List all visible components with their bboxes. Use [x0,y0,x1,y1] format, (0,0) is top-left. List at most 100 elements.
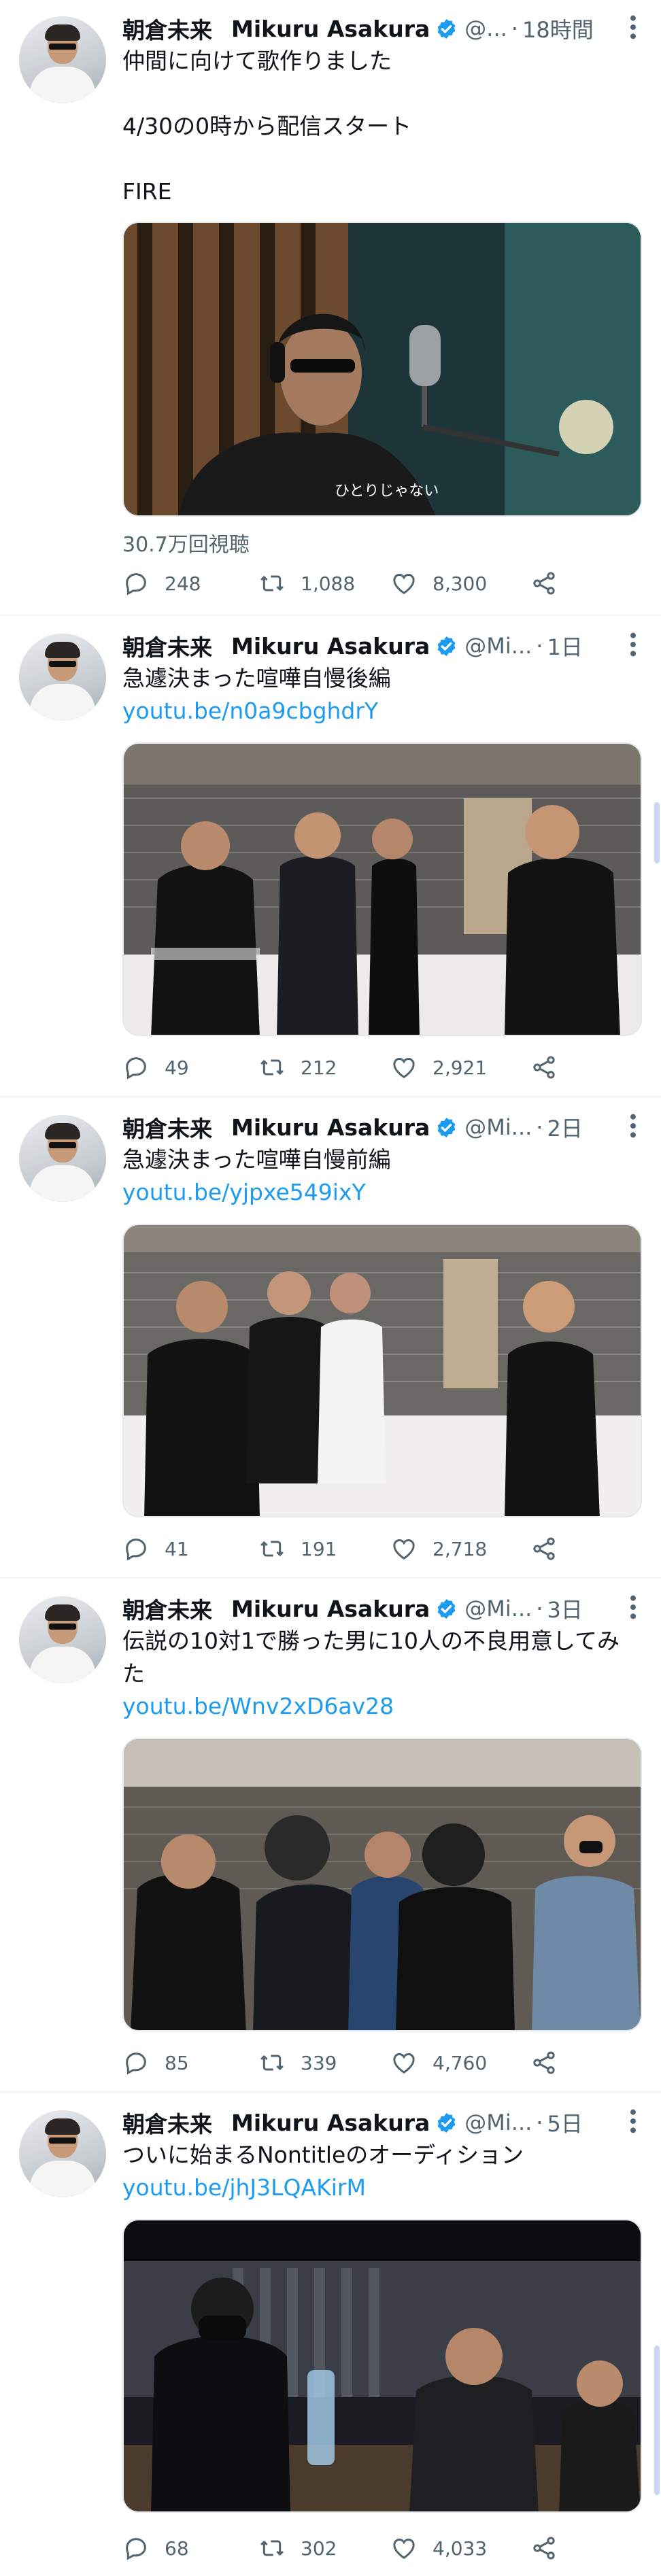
author-display-name[interactable]: Mikuru Asakura [231,16,430,42]
tweet-timestamp[interactable]: 18時間 [522,13,594,44]
avatar[interactable] [19,634,106,721]
youtube-link[interactable]: youtu.be/Wnv2xD6av28 [122,1690,394,1723]
reply-button[interactable]: 41 [122,1534,189,1564]
youtube-link[interactable]: youtu.be/jhJ3LQAKirM [122,2171,366,2204]
share-icon [533,1537,555,1560]
reply-button[interactable]: 49 [122,1052,189,1082]
author-display-name[interactable]: Mikuru Asakura [231,1114,430,1141]
share-button[interactable] [530,1534,573,1564]
author-name[interactable]: 朝倉未来 [122,12,212,45]
avatar[interactable] [19,16,106,103]
retweet-count: 191 [301,1537,337,1560]
link-card-image[interactable] [122,1224,642,1517]
retweet-count: 1,088 [301,572,356,595]
verified-badge-icon [437,18,456,39]
author-display-name[interactable]: Mikuru Asakura [231,2110,430,2136]
like-button[interactable]: 2,921 [390,1052,487,1082]
author-handle[interactable]: @Mi... [464,1114,532,1140]
link-card-image[interactable] [122,742,642,1036]
tweet-divider [0,1577,661,1579]
retweet-button[interactable]: 302 [258,2533,337,2563]
tweet-timestamp[interactable]: 5日 [547,2107,582,2138]
author-name[interactable]: 朝倉未来 [122,630,212,662]
share-button[interactable] [530,2533,573,2563]
tweet[interactable]: 朝倉未来 Mikuru Asakura @Mi... · 3日 伝説の10対1で… [0,1580,661,2094]
avatar[interactable] [19,1115,106,1202]
retweet-button[interactable]: 191 [258,1534,337,1564]
avatar[interactable] [19,1596,106,1683]
reply-count: 49 [165,1056,189,1079]
reply-count: 85 [165,2051,189,2074]
verified-badge-icon [437,1598,456,1619]
reply-button[interactable]: 248 [122,568,201,598]
view-count: 30.7万回視聴 [122,533,250,557]
youtube-link[interactable]: youtu.be/n0a9cbghdrY [122,695,378,727]
tweet[interactable]: 朝倉未来 Mikuru Asakura @Mi... · 5日 ついに始まるNo… [0,2094,661,2576]
tweet-timestamp[interactable]: 2日 [547,1112,582,1143]
verified-badge-icon [437,1117,456,1137]
tweet-divider [0,615,661,616]
retweet-button[interactable]: 339 [258,2048,337,2078]
like-button[interactable]: 4,033 [390,2533,487,2563]
retweet-count: 302 [301,2537,337,2560]
author-name[interactable]: 朝倉未来 [122,1111,212,1144]
share-icon [533,1056,555,1079]
gym-group-image [124,744,641,1035]
reply-button[interactable]: 68 [122,2533,189,2563]
tweet-timestamp[interactable]: 1日 [547,630,582,662]
more-options-icon[interactable] [624,14,642,41]
like-button[interactable]: 8,300 [390,568,487,598]
retweet-icon [260,1541,284,1557]
reply-icon [126,2538,146,2560]
video-thumbnail[interactable]: ひとりじゃない [122,222,642,517]
link-card-image[interactable] [122,2219,642,2513]
like-button[interactable]: 4,760 [390,2048,487,2078]
reply-button[interactable]: 85 [122,2048,189,2078]
action-bar: 248 1,088 8,300 [122,568,571,598]
author-display-name[interactable]: Mikuru Asakura [231,633,430,659]
tweet-text: ついに始まるNontitleのオーディション [122,2142,524,2168]
tweet[interactable]: 朝倉未来 Mikuru Asakura @Mi... · 2日 急遽決まった喧嘩… [0,1099,661,1575]
like-count: 8,300 [433,572,488,595]
reply-icon [126,573,146,596]
like-count: 2,718 [433,1537,488,1560]
tweet-divider [0,2091,661,2093]
tweet-text: 急遽決まった喧嘩自慢後編 [122,665,391,691]
retweet-count: 339 [301,2051,337,2074]
author-name[interactable]: 朝倉未来 [122,1592,212,1625]
retweet-count: 212 [301,1056,337,1079]
link-card-image[interactable] [122,1738,642,2031]
like-count: 4,760 [433,2051,488,2074]
author-name[interactable]: 朝倉未来 [122,2106,212,2139]
reply-count: 248 [165,572,201,595]
tweet-timestamp[interactable]: 3日 [547,1593,582,1624]
heart-icon [393,1057,415,1078]
tweet[interactable]: 朝倉未来 Mikuru Asakura @... · 18時間 仲間に向けて歌作… [0,0,661,612]
more-options-icon[interactable] [624,1594,642,1621]
more-options-icon[interactable] [624,2108,642,2135]
scrollbar-thumb[interactable] [654,802,660,863]
share-button[interactable] [530,2048,573,2078]
reply-icon [126,1539,146,1561]
like-button[interactable]: 2,718 [390,1534,487,1564]
tweet[interactable]: 朝倉未来 Mikuru Asakura @Mi... · 1日 急遽決まった喧嘩… [0,617,661,1093]
author-handle[interactable]: @Mi... [464,633,532,659]
avatar[interactable] [19,2110,106,2197]
youtube-link[interactable]: youtu.be/yjpxe549ixY [122,1176,366,1209]
tweet-text: 仲間に向けて歌作りました 4/30の0時から配信スタート FIRE [122,48,412,205]
heart-icon [393,2538,415,2559]
more-options-icon[interactable] [624,1112,642,1139]
share-button[interactable] [530,568,573,598]
separator-dot: · [536,1596,543,1621]
verified-badge-icon [437,636,456,656]
author-handle[interactable]: @Mi... [464,2110,532,2135]
scrollbar-thumb[interactable] [654,2346,660,2495]
retweet-button[interactable]: 212 [258,1052,337,1082]
author-handle[interactable]: @Mi... [464,1596,532,1621]
author-display-name[interactable]: Mikuru Asakura [231,1596,430,1622]
more-options-icon[interactable] [624,631,642,658]
retweet-button[interactable]: 1,088 [258,568,355,598]
author-handle[interactable]: @... [464,16,507,41]
reply-count: 41 [165,1537,189,1560]
share-button[interactable] [530,1052,573,1082]
